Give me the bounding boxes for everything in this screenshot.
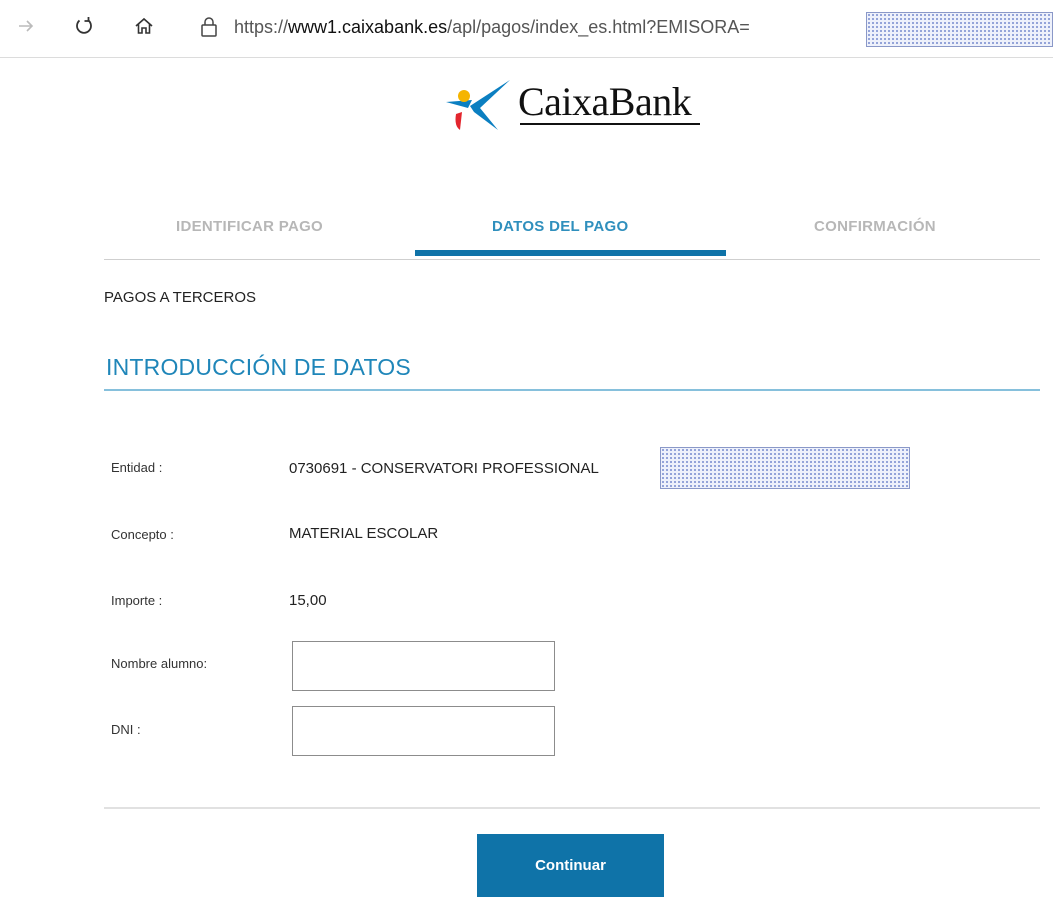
logo-underline	[520, 123, 700, 125]
url-host: www1.caixabank.es	[288, 17, 448, 37]
logo-text: CaixaBank	[518, 79, 692, 124]
home-icon[interactable]	[130, 12, 158, 40]
lock-icon	[200, 16, 218, 43]
dni-label: DNI :	[111, 722, 141, 737]
importe-value: 15,00	[289, 592, 327, 609]
url-text: https://www1.caixabank.es/apl/pagos/inde…	[234, 17, 750, 38]
step-confirmacion: CONFIRMACIÓN	[814, 218, 936, 235]
section-divider	[104, 389, 1040, 391]
concepto-value: MATERIAL ESCOLAR	[289, 525, 439, 542]
importe-label: Importe :	[111, 593, 163, 608]
nombre-alumno-label: Nombre alumno:	[111, 656, 208, 671]
step-identificar-pago: IDENTIFICAR PAGO	[176, 218, 324, 235]
nombre-alumno-input[interactable]	[292, 641, 555, 691]
dni-input[interactable]	[292, 706, 555, 756]
section-kicker: PAGOS A TERCEROS	[104, 289, 256, 306]
progress-steps: IDENTIFICAR PAGO DATOS DEL PAGO CONFIRMA…	[104, 210, 1040, 260]
arrow-right-icon[interactable]	[12, 12, 40, 40]
url-prefix: https://	[234, 17, 289, 37]
footer-divider	[104, 807, 1040, 809]
browser-toolbar: https://www1.caixabank.es/apl/pagos/inde…	[0, 0, 1053, 58]
entidad-label: Entidad :	[111, 460, 163, 475]
refresh-icon[interactable]	[70, 12, 98, 40]
active-step-indicator	[415, 250, 726, 256]
redacted-url-param	[866, 12, 1053, 47]
concepto-label: Concepto :	[111, 527, 174, 542]
caixabank-logo: CaixaBank	[444, 78, 714, 134]
continue-button[interactable]: Continuar	[477, 834, 664, 897]
step-datos-del-pago: DATOS DEL PAGO	[492, 218, 629, 235]
star-logo-icon	[446, 80, 510, 130]
url-path: /apl/pagos/index_es.html?EMISORA=	[447, 17, 750, 37]
section-title: INTRODUCCIÓN DE DATOS	[106, 354, 411, 380]
entidad-value: 0730691 - CONSERVATORI PROFESSIONAL	[289, 460, 599, 477]
redacted-entidad-name	[660, 447, 910, 489]
